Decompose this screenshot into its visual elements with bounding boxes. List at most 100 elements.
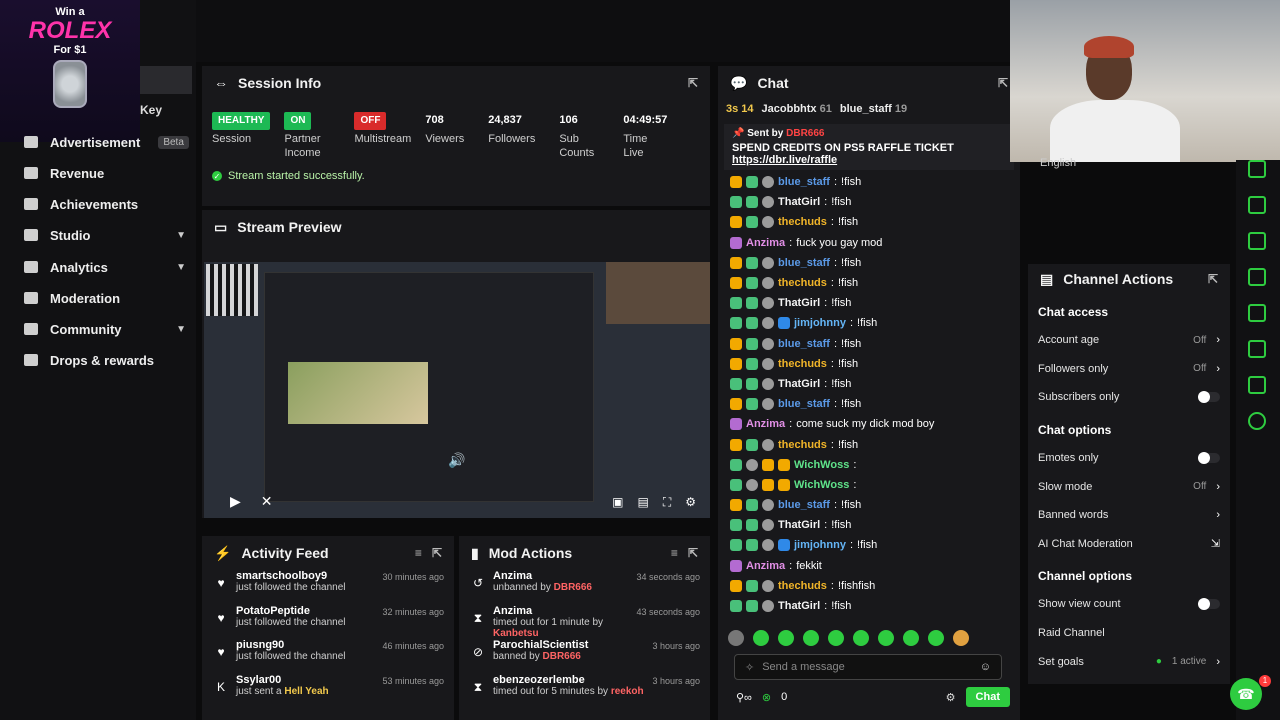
broadcast-icon[interactable] bbox=[1248, 304, 1266, 322]
emote-icon[interactable] bbox=[953, 630, 969, 646]
chat-input[interactable]: ✧ Send a message ☺ bbox=[734, 654, 1002, 680]
sidebar-item-revenue[interactable]: Revenue bbox=[24, 162, 186, 184]
emote-icon[interactable] bbox=[803, 630, 819, 646]
channel-option[interactable]: Subscribers only bbox=[1028, 383, 1230, 412]
chat-username[interactable]: blue_staff bbox=[778, 398, 830, 410]
chat-username[interactable]: Anzima bbox=[746, 237, 785, 249]
emote-icon[interactable] bbox=[753, 630, 769, 646]
chat-username[interactable]: blue_staff bbox=[778, 176, 830, 188]
help-chat-button[interactable]: ☎ bbox=[1230, 678, 1262, 710]
channel-option[interactable]: Account age Off › bbox=[1028, 326, 1230, 355]
pinned-message[interactable]: 📌 Sent by DBR666 SPEND CREDITS ON PS5 RA… bbox=[724, 124, 1014, 170]
channel-option[interactable]: Slow mode Off › bbox=[1028, 472, 1230, 501]
chat-username[interactable]: blue_staff bbox=[778, 257, 830, 269]
toggle-switch[interactable] bbox=[1198, 391, 1220, 404]
chat-username[interactable]: ThatGirl bbox=[778, 196, 820, 208]
puzzle-icon[interactable] bbox=[1248, 412, 1266, 430]
sidebar-item-analytics[interactable]: Analytics ▼ bbox=[24, 256, 186, 278]
chat-icon[interactable] bbox=[1248, 268, 1266, 286]
mute-icon[interactable]: ✕ bbox=[261, 493, 273, 510]
mod-target-user[interactable]: ebenzeozerlembe bbox=[493, 674, 644, 686]
chat-username[interactable]: jimjohnny bbox=[794, 317, 846, 329]
send-chat-button[interactable]: Chat bbox=[965, 687, 1010, 707]
fullscreen-icon[interactable]: ⛶ bbox=[663, 495, 671, 510]
chat-username[interactable]: thechuds bbox=[778, 439, 827, 451]
channel-option[interactable]: Banned words › bbox=[1028, 501, 1230, 530]
chat-username[interactable]: jimjohnny bbox=[794, 539, 846, 551]
chat-username[interactable]: thechuds bbox=[778, 358, 827, 370]
filter-icon[interactable]: ≡ bbox=[671, 546, 678, 560]
mod-target-user[interactable]: ParochialScientist bbox=[493, 639, 644, 651]
promo-banner[interactable]: Win a ROLEX For $1 bbox=[0, 0, 140, 142]
bolt-icon[interactable] bbox=[1248, 196, 1266, 214]
chat-username[interactable]: WichWoss bbox=[794, 479, 849, 491]
feed-user[interactable]: Ssylar00 bbox=[236, 674, 374, 686]
sidebar-item-drops[interactable]: Drops & rewards bbox=[24, 349, 186, 371]
sidebar-item-community[interactable]: Community ▼ bbox=[24, 318, 186, 340]
emote-icon[interactable] bbox=[828, 630, 844, 646]
moderator-name[interactable]: DBR666 bbox=[554, 582, 592, 593]
pinned-sender-name[interactable]: DBR666 bbox=[786, 128, 824, 139]
wrench-icon[interactable] bbox=[1248, 376, 1266, 394]
chat-message-list[interactable]: blue_staff: !fish ThatGirl: !fish thechuds:!… bbox=[718, 170, 1020, 616]
list-icon[interactable] bbox=[1248, 340, 1266, 358]
emote-icon[interactable] bbox=[778, 630, 794, 646]
moderator-name[interactable]: Kanbetsu bbox=[493, 628, 539, 639]
filter-icon[interactable]: ≡ bbox=[415, 546, 422, 560]
popout-icon[interactable]: ⇱ bbox=[688, 76, 698, 90]
popout-icon[interactable]: ⇱ bbox=[688, 546, 698, 560]
pip-icon[interactable]: ▣ bbox=[612, 495, 623, 510]
feed-user[interactable]: smartschoolboy9 bbox=[236, 570, 374, 582]
chat-username[interactable]: blue_staff bbox=[778, 338, 830, 350]
sidebar-item-advertisement[interactable]: Advertisement Beta bbox=[24, 131, 189, 153]
chat-username[interactable]: ThatGirl bbox=[778, 519, 820, 531]
emote-icon[interactable] bbox=[928, 630, 944, 646]
emoji-icon[interactable]: ☺ bbox=[980, 661, 991, 673]
channel-option[interactable]: Set goals ● 1 active › bbox=[1028, 647, 1230, 676]
channel-option[interactable]: Show view count bbox=[1028, 590, 1230, 619]
channel-option[interactable]: Emotes only bbox=[1028, 444, 1230, 473]
gear-icon[interactable]: ⚙ bbox=[946, 691, 956, 704]
stream-key-tab[interactable] bbox=[140, 66, 192, 94]
user-icon[interactable] bbox=[1248, 160, 1266, 178]
channel-option[interactable]: AI Chat Moderation ⇲ bbox=[1028, 530, 1230, 559]
chat-username[interactable]: thechuds bbox=[778, 216, 827, 228]
channel-option[interactable]: Raid Channel bbox=[1028, 619, 1230, 648]
chat-username[interactable]: ThatGirl bbox=[778, 297, 820, 309]
popout-icon[interactable]: ⇱ bbox=[998, 76, 1008, 90]
popout-icon[interactable]: ⇱ bbox=[1208, 272, 1218, 286]
chat-username[interactable]: blue_staff bbox=[778, 499, 830, 511]
pinned-link[interactable]: https://dbr.live/raffle bbox=[732, 154, 1006, 166]
theater-icon[interactable]: ▤ bbox=[637, 495, 648, 510]
feed-user[interactable]: piusng90 bbox=[236, 639, 374, 651]
sidebar-item-moderation[interactable]: Moderation bbox=[24, 287, 186, 309]
mod-target-user[interactable]: Anzima bbox=[493, 605, 628, 617]
emote-icon[interactable] bbox=[728, 630, 744, 646]
sidebar-item-achievements[interactable]: Achievements bbox=[24, 193, 186, 215]
document-icon[interactable] bbox=[1248, 232, 1266, 250]
chat-username[interactable]: thechuds bbox=[778, 580, 827, 592]
chat-username[interactable]: Anzima bbox=[746, 418, 785, 430]
moderator-name[interactable]: reekoh bbox=[611, 686, 644, 697]
chat-username[interactable]: thechuds bbox=[778, 277, 827, 289]
emote-icon[interactable] bbox=[853, 630, 869, 646]
toggle-switch[interactable] bbox=[1198, 452, 1220, 465]
top-chatter[interactable]: blue_staff 19 bbox=[840, 103, 907, 115]
stream-preview-video[interactable]: 🔊 ▶ ✕ ▣ ▤ ⛶ ⚙ bbox=[204, 262, 710, 518]
moderator-name[interactable]: DBR666 bbox=[543, 651, 581, 662]
chat-username[interactable]: WichWoss bbox=[794, 459, 849, 471]
mod-target-user[interactable]: Anzima bbox=[493, 570, 628, 582]
channel-option[interactable]: Followers only Off › bbox=[1028, 355, 1230, 384]
stream-key-label[interactable]: Key bbox=[140, 103, 162, 117]
emote-icon[interactable] bbox=[878, 630, 894, 646]
sidebar-item-studio[interactable]: Studio ▼ bbox=[24, 224, 186, 246]
settings-icon[interactable]: ⚙ bbox=[685, 495, 696, 510]
users-icon[interactable]: ⚲∞ bbox=[736, 691, 752, 704]
chat-username[interactable]: ThatGirl bbox=[778, 378, 820, 390]
play-icon[interactable]: ▶ bbox=[230, 493, 241, 510]
feed-user[interactable]: PotatoPeptide bbox=[236, 605, 374, 617]
popout-icon[interactable]: ⇱ bbox=[432, 546, 442, 560]
toggle-switch[interactable] bbox=[1198, 598, 1220, 611]
emote-icon[interactable] bbox=[903, 630, 919, 646]
chat-username[interactable]: ThatGirl bbox=[778, 600, 820, 612]
